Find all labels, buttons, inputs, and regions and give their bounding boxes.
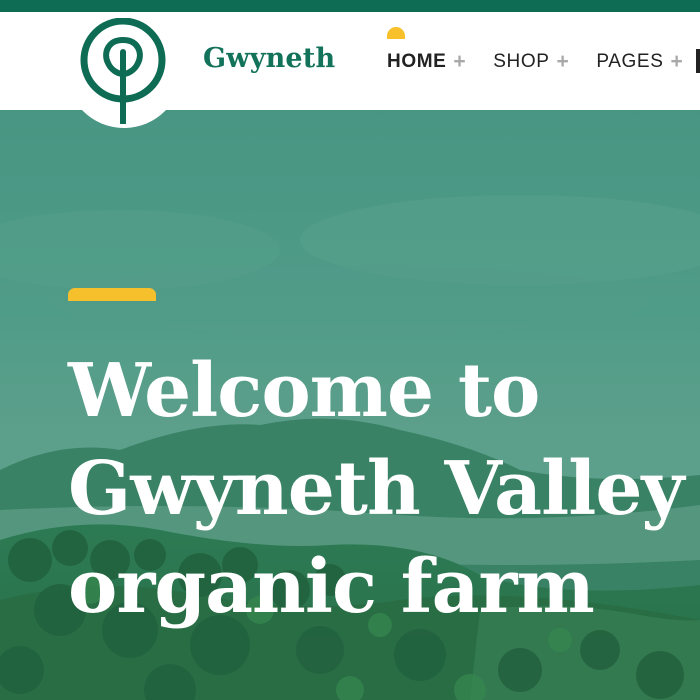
hero-title: Welcome to Gwyneth Valley organic farm <box>68 342 684 636</box>
hero-accent-bar <box>68 288 156 301</box>
active-indicator <box>387 27 405 39</box>
hero-title-line: organic farm <box>68 544 595 630</box>
brand-name[interactable]: Gwyneth <box>203 43 335 74</box>
top-accent-stripe <box>0 0 700 12</box>
nav-item-pages[interactable]: PAGES + <box>596 49 683 75</box>
tree-icon <box>80 18 166 124</box>
nav-next-item-edge <box>696 49 700 73</box>
plus-icon[interactable]: + <box>557 49 570 75</box>
nav-item-label: SHOP <box>493 51 550 72</box>
page: Gwyneth HOME + SHOP + PAGES + Welcome to… <box>0 0 700 700</box>
nav-item-label: PAGES <box>596 51 664 72</box>
plus-icon[interactable]: + <box>670 49 683 75</box>
main-nav: HOME + SHOP + PAGES + <box>387 27 700 75</box>
nav-item-label: HOME <box>387 51 447 72</box>
logo-link[interactable] <box>66 12 182 128</box>
hero-title-line: Gwyneth Valley <box>68 446 684 532</box>
plus-icon[interactable]: + <box>453 49 466 75</box>
nav-item-shop[interactable]: SHOP + <box>493 49 569 75</box>
nav-item-home[interactable]: HOME + <box>387 27 466 75</box>
hero-title-line: Welcome to <box>68 348 540 434</box>
